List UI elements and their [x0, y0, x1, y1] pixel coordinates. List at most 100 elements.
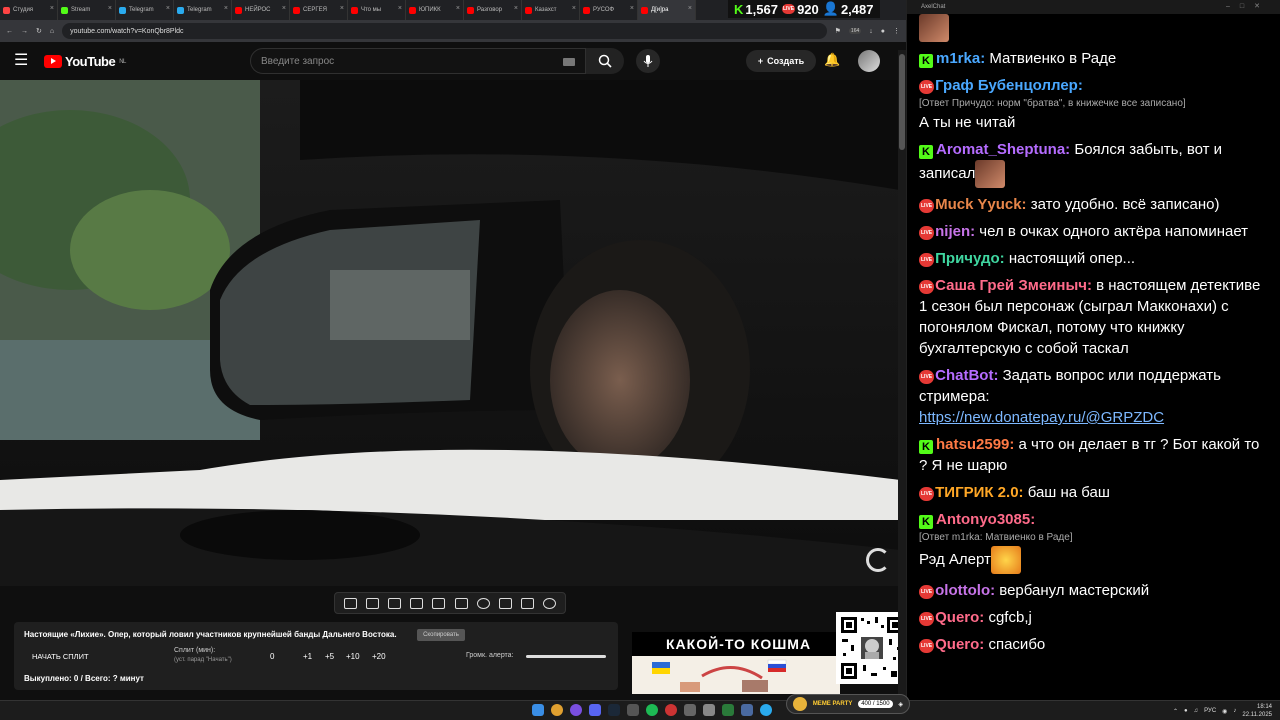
menu-dots-icon[interactable]: ⋮	[893, 27, 900, 35]
app-icon[interactable]	[684, 704, 696, 716]
broadcast-icon[interactable]	[365, 597, 379, 609]
microphone-icon[interactable]: ●	[1184, 708, 1188, 714]
chat-username[interactable]: nijen:	[935, 223, 975, 240]
subtitles-icon[interactable]	[387, 597, 401, 609]
scrollbar-thumb[interactable]	[899, 54, 905, 150]
chrome-icon[interactable]	[551, 704, 563, 716]
loop-icon[interactable]	[343, 597, 357, 609]
browser-tab[interactable]: Студия ×	[0, 0, 58, 20]
chat-link[interactable]: https://new.donatepay.ru/@GRPZDC	[919, 409, 1164, 426]
tab-close-icon[interactable]: ×	[514, 5, 518, 12]
voice-search-button[interactable]	[636, 49, 660, 73]
tab-close-icon[interactable]: ×	[688, 5, 692, 12]
browser-tab[interactable]: ЮПИКК ×	[406, 0, 464, 20]
resize-icon[interactable]	[432, 597, 446, 609]
browser-tab[interactable]: Д[и]ра ×	[638, 0, 696, 20]
windows-start-icon[interactable]	[532, 704, 544, 716]
chat-username[interactable]: ТИГРИК 2.0:	[935, 484, 1023, 501]
extension-badge[interactable]: 164	[848, 28, 862, 34]
camera-icon[interactable]	[521, 597, 535, 609]
tab-close-icon[interactable]: ×	[108, 5, 112, 12]
chat-message-list[interactable]: Km1rka: Матвиенко в Раде LIVE Граф Бубенцо…	[919, 14, 1269, 700]
youtube-logo[interactable]: YouTube NL	[44, 54, 126, 69]
tab-close-icon[interactable]: ×	[224, 5, 228, 12]
theater-icon[interactable]	[454, 597, 468, 609]
browser-tab[interactable]: РУСОФ ×	[580, 0, 638, 20]
copy-button[interactable]: Скопировать	[417, 629, 465, 641]
back-icon[interactable]: ←	[6, 28, 13, 35]
browser-tab[interactable]: НЕЙРОС ×	[232, 0, 290, 20]
app-icon[interactable]	[570, 704, 582, 716]
forward-icon[interactable]: →	[21, 28, 28, 35]
start-split-button[interactable]: НАЧАТЬ СПЛИТ	[32, 652, 89, 661]
browser-tab[interactable]: Telegram ×	[174, 0, 232, 20]
chat-username[interactable]: Саша Грей Змеиныч:	[935, 277, 1092, 294]
increment-button[interactable]: +5	[325, 652, 334, 661]
chat-username[interactable]: Причудо:	[935, 250, 1005, 267]
clock[interactable]: 18:14 22.11.2025	[1242, 703, 1272, 719]
chat-username[interactable]: Aromat_Sheptuna:	[936, 141, 1070, 158]
volume-icon[interactable]: ♫	[1194, 708, 1199, 714]
tab-close-icon[interactable]: ×	[572, 5, 576, 12]
chevron-up-icon[interactable]: ⌃	[1173, 708, 1178, 715]
tab-close-icon[interactable]: ×	[630, 5, 634, 12]
chat-username[interactable]: m1rka:	[936, 50, 985, 67]
browser-tab[interactable]: СЕРГЕЯ ×	[290, 0, 348, 20]
browser-tab[interactable]: Разговор ×	[464, 0, 522, 20]
search-input[interactable]: Введите запрос	[250, 48, 586, 74]
page-scrollbar[interactable]	[898, 50, 906, 698]
browser-tab[interactable]: Казахст ×	[522, 0, 580, 20]
create-button[interactable]: + Создать	[746, 50, 816, 72]
download-icon[interactable]: ↓	[869, 28, 873, 35]
extensions-icon[interactable]: ⚑	[835, 27, 841, 35]
spotify-icon[interactable]	[646, 704, 658, 716]
chat-username[interactable]: ChatBot:	[935, 367, 998, 384]
home-icon[interactable]: ⌂	[50, 28, 54, 35]
tab-close-icon[interactable]: ×	[50, 5, 54, 12]
keyboard-icon[interactable]	[563, 58, 575, 66]
telegram-icon[interactable]	[760, 704, 772, 716]
chat-username[interactable]: olottolo:	[935, 582, 995, 599]
discord-icon[interactable]	[589, 704, 601, 716]
chat-username[interactable]: hatsu2599:	[936, 436, 1014, 453]
increment-button[interactable]: +10	[346, 652, 360, 661]
hamburger-menu-icon[interactable]: ☰	[14, 53, 28, 69]
steam-icon[interactable]	[608, 704, 620, 716]
wifi-icon[interactable]: ◉	[1222, 708, 1227, 715]
browser-tab[interactable]: Telegram ×	[116, 0, 174, 20]
speaker-icon[interactable]: ♪	[1233, 708, 1236, 714]
increment-button[interactable]: +1	[303, 652, 312, 661]
tab-close-icon[interactable]: ×	[340, 5, 344, 12]
chat-username[interactable]: Antonyo3085:	[936, 511, 1035, 528]
alert-volume-slider[interactable]	[526, 655, 606, 658]
tab-close-icon[interactable]: ×	[398, 5, 402, 12]
tab-close-icon[interactable]: ×	[456, 5, 460, 12]
obs-icon[interactable]	[665, 704, 677, 716]
window-controls[interactable]: –□✕	[1226, 2, 1270, 10]
increment-button[interactable]: +20	[372, 652, 386, 661]
reload-icon[interactable]: ↻	[36, 27, 42, 35]
app-icon[interactable]	[741, 704, 753, 716]
app-icon[interactable]	[703, 704, 715, 716]
chat-username[interactable]: Граф Бубенцоллер:	[935, 77, 1083, 94]
chat-username[interactable]: Muck Yyuck:	[935, 196, 1026, 213]
notifications-bell-icon[interactable]: 🔔	[824, 52, 840, 68]
search-button[interactable]	[586, 48, 624, 74]
app-icon[interactable]	[627, 704, 639, 716]
film-icon[interactable]	[410, 597, 424, 609]
profile-icon[interactable]: ●	[881, 28, 885, 35]
account-avatar[interactable]	[858, 50, 880, 72]
browser-tab[interactable]: Stream ×	[58, 0, 116, 20]
app-icon[interactable]	[722, 704, 734, 716]
add-icon[interactable]	[498, 597, 512, 609]
tab-close-icon[interactable]: ×	[166, 5, 170, 12]
language-indicator[interactable]: РУС	[1204, 708, 1216, 714]
tab-close-icon[interactable]: ×	[282, 5, 286, 12]
browser-tab[interactable]: Что мы ×	[348, 0, 406, 20]
settings-gear-icon[interactable]	[543, 597, 557, 609]
speed-gauge-icon[interactable]	[476, 597, 490, 609]
chat-username[interactable]: Quero:	[935, 609, 984, 626]
video-player[interactable]	[0, 80, 900, 586]
url-field[interactable]: youtube.com/watch?v=KonQbr8Pldc	[62, 23, 827, 39]
chat-username[interactable]: Quero:	[935, 636, 984, 653]
